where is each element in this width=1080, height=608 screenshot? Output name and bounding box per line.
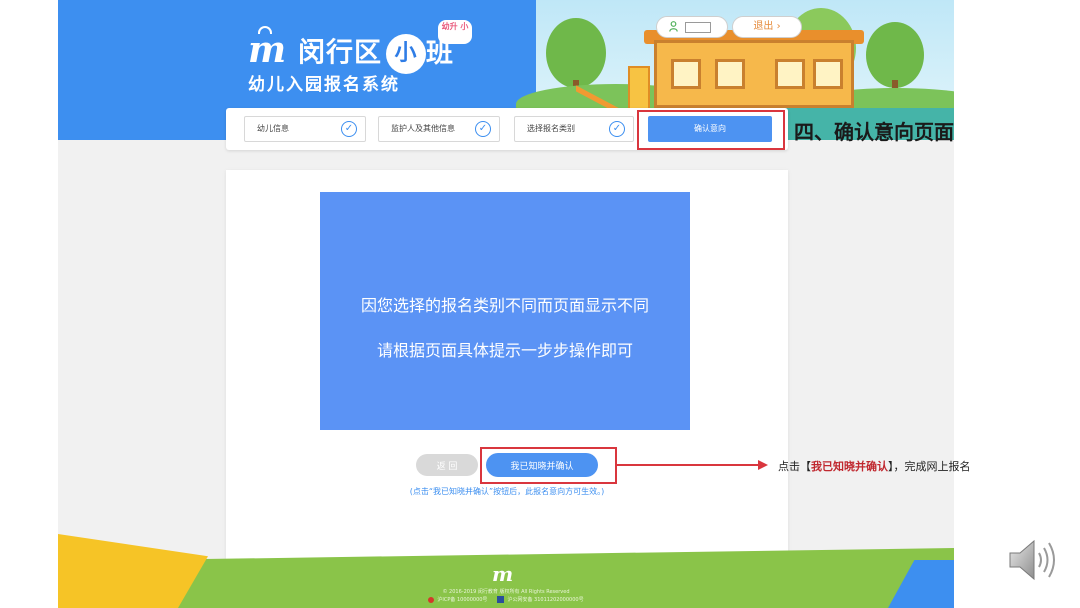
page-margin [0, 0, 58, 608]
note-emphasis: 我已知晓并确认 [811, 460, 888, 473]
user-name-box [685, 22, 711, 33]
building [654, 40, 854, 108]
step-label: 选择报名类别 [527, 124, 575, 133]
logout-button[interactable]: 退出 › [732, 16, 802, 38]
annotation-arrow-line [617, 464, 763, 466]
window [813, 59, 843, 89]
step-child-info[interactable]: 幼儿信息 ✓ [244, 116, 366, 142]
window [715, 59, 745, 89]
content-card: 因您选择的报名类别不同而页面显示不同 请根据页面具体提示一步步操作即可 返 回 … [226, 170, 788, 560]
annotation-arrow-head-icon [758, 460, 768, 470]
site-logo-icon: m [248, 29, 287, 71]
logo-small-badge: 小 [386, 34, 426, 74]
check-circle-icon: ✓ [341, 121, 357, 137]
police-badge-icon [428, 596, 435, 603]
step-category[interactable]: 选择报名类别 ✓ [514, 116, 634, 142]
notice-panel: 因您选择的报名类别不同而页面显示不同 请根据页面具体提示一步步操作即可 [320, 192, 690, 430]
note-suffix: 】，完成网上报名 [888, 460, 971, 473]
back-button[interactable]: 返 回 [416, 454, 478, 476]
speaker-icon[interactable] [1006, 536, 1058, 584]
note-prefix: 点击【 [778, 460, 811, 473]
window [775, 59, 805, 89]
tree-illustration [866, 22, 924, 88]
step-label: 幼儿信息 [257, 124, 289, 133]
footer-copyright: © 2016-2019 闵行教育 版权所有 All Rights Reserve… [442, 589, 570, 595]
step-guardian-info[interactable]: 监护人及其他信息 ✓ [378, 116, 500, 142]
footer-police: 沪公网安备 31011202000000号 [507, 597, 584, 603]
footer-registration: 沪ICP备 10000000号 沪公网安备 31011202000000号 [58, 596, 954, 603]
footer-logo-icon: m [492, 562, 514, 586]
step-label: 监护人及其他信息 [391, 124, 455, 133]
logo-brand: 闵行区 [298, 37, 382, 69]
notice-line-2: 请根据页面具体提示一步步操作即可 [376, 341, 633, 360]
footer-icp: 沪ICP备 10000000号 [437, 597, 488, 603]
confirm-hint: (点击“我已知晓并确认”按钮后，此报名意向方可生效。) [409, 487, 605, 496]
window [671, 59, 701, 89]
record-badge-icon [497, 596, 505, 603]
logo-title: 闵行区小班 [298, 34, 454, 74]
annotation-note: 点击【我已知晓并确认】，完成网上报名 [778, 458, 971, 474]
highlight-box-step [637, 110, 785, 150]
notice-line-1: 因您选择的报名类别不同而页面显示不同 [360, 296, 649, 315]
system-title: 幼儿入园报名系统 [248, 75, 400, 95]
slide-frame: m 闵行区小班 幼升 小 幼儿入园报名系统 退出 › 幼儿信息 ✓ 监护人及其他… [58, 0, 954, 608]
check-circle-icon: ✓ [475, 121, 491, 137]
user-icon [669, 21, 678, 35]
section-title: 四、确认意向页面 [794, 120, 954, 144]
highlight-box-confirm [480, 447, 617, 484]
logo-bubble: 幼升 小 [438, 20, 472, 44]
check-circle-icon: ✓ [609, 121, 625, 137]
user-account-button[interactable] [656, 16, 728, 38]
